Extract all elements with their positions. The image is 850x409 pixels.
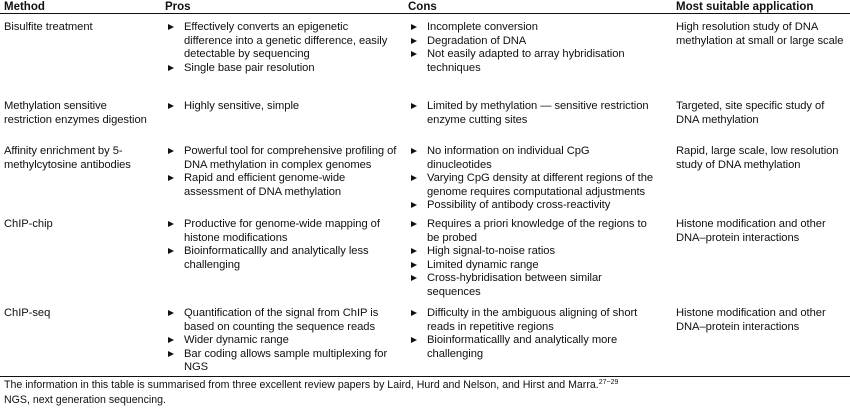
bullet-triangle-icon [411,148,417,154]
bullet-triangle-icon [411,275,417,281]
pros-list-item: Quantification of the signal from ChIP i… [165,307,397,334]
method-cell: Affinity enrichment by 5-methylcytosine … [4,145,131,171]
application-cell: Rapid, large scale, low resolution study… [676,145,839,171]
cons-item-text: Varying CpG density at different regions… [427,172,654,198]
pros-list-item: Bioinformaticallly and analytically less… [165,245,397,272]
pros-list-item: Wider dynamic range [165,334,397,348]
cons-list-item: Degradation of DNA [408,35,656,49]
footnote-source-text: The information in this table is summari… [4,379,599,391]
footer-rule [0,376,850,378]
pros-item-text: Rapid and efficient genome-wide assessme… [184,172,346,198]
pros-list-item: Single base pair resolution [165,62,397,76]
bullet-triangle-icon [168,310,174,316]
method-cell: ChIP-seq [4,307,51,319]
cons-list-item: No information on individual CpG dinucle… [408,145,656,172]
cons-cell: Limited by methylation — sensitive restr… [408,100,656,127]
cons-list-item: Cross-hybridisation between similar sequ… [408,272,656,299]
method-cell: Bisulfite treatment [4,21,93,33]
footnote-abbreviation: NGS, next generation sequencing. [4,394,166,406]
pros-item-text: Powerful tool for comprehensive profilin… [184,145,397,171]
cons-item-text: Incomplete conversion [427,21,538,33]
pros-cell: Productive for genome-wide mapping of hi… [165,218,397,272]
cons-list-item: Limited by methylation — sensitive restr… [408,100,656,127]
bullet-triangle-icon [168,24,174,30]
cons-list-item: Incomplete conversion [408,21,656,35]
cons-item-text: Limited dynamic range [427,258,539,271]
pros-list-item: Rapid and efficient genome-wide assessme… [165,172,397,199]
cons-cell: No information on individual CpG dinucle… [408,145,656,213]
cons-cell: Incomplete conversion Degradation of DNA N… [408,21,656,75]
bullet-triangle-icon [411,248,417,254]
bullet-triangle-icon [168,221,174,227]
cons-item-text: Limited by methylation — sensitive restr… [427,100,649,126]
bullet-triangle-icon [411,202,417,208]
cons-list-item: Requires a priori knowledge of the regio… [408,218,656,245]
pros-item-text: Effectively converts an epigenetic diffe… [184,21,388,60]
header-pros: Pros [165,1,191,13]
cons-item-text: Bioinformaticallly and analytically more… [427,334,618,360]
cons-list-item: Limited dynamic range [408,259,656,273]
footnote-refs: 27−29 [598,379,619,386]
bullet-triangle-icon [168,350,174,357]
cons-item-text: High signal-to-noise ratios [427,245,555,257]
pros-cell: Powerful tool for comprehensive profilin… [165,145,397,199]
bullet-triangle-icon [411,24,417,30]
footnote-source: The information in this table is summari… [4,379,618,392]
pros-item-text: Bioinformaticallly and analytically less… [184,245,369,271]
bullet-triangle-icon [411,261,417,268]
application-cell: Histone modification and other DNA–prote… [676,218,826,244]
pros-cell: Effectively converts an epigenetic diffe… [165,21,397,75]
bullet-triangle-icon [411,103,417,109]
pros-item-text: Quantification of the signal from ChIP i… [184,307,379,333]
header-method: Method [4,1,45,13]
cons-item-text: Difficulty in the ambiguous aligning of … [427,307,638,333]
header-cons: Cons [408,1,437,13]
header-application: Most suitable application [676,1,814,13]
bullet-triangle-icon [168,64,174,71]
bullet-triangle-icon [411,175,417,181]
pros-list-item: Highly sensitive, simple [165,100,397,114]
pros-item-text: Highly sensitive, simple [184,100,300,112]
pros-item-text: Wider dynamic range [184,334,289,346]
pros-item-text: Single base pair resolution [184,61,315,74]
cons-item-text: Cross-hybridisation between similar sequ… [427,272,602,298]
pros-cell: Highly sensitive, simple [165,100,397,114]
pros-item-text: Bar coding allows sample multiplexing fo… [184,347,388,374]
cons-list-item: Bioinformaticallly and analytically more… [408,334,656,361]
pros-list-item: Bar coding allows sample multiplexing fo… [165,348,397,375]
bullet-triangle-icon [168,103,174,109]
cons-list-item: Not easily adapted to array hybridisatio… [408,48,656,75]
pros-item-text: Productive for genome-wide mapping of hi… [184,218,380,244]
bullet-triangle-icon [411,337,417,343]
bullet-triangle-icon [411,221,417,227]
application-cell: Histone modification and other DNA–prote… [676,307,826,333]
method-cell: Methylation sensitive restriction enzyme… [4,100,147,126]
cons-cell: Requires a priori knowledge of the regio… [408,218,656,299]
cons-list-item: Difficulty in the ambiguous aligning of … [408,307,656,334]
bullet-triangle-icon [168,175,174,181]
cons-cell: Difficulty in the ambiguous aligning of … [408,307,656,361]
cons-item-text: Degradation of DNA [427,34,527,47]
bullet-triangle-icon [411,51,417,57]
pros-list-item: Powerful tool for comprehensive profilin… [165,145,397,172]
cons-item-text: Possibility of antibody cross-reactivity [427,199,611,211]
bullet-triangle-icon [168,248,174,254]
bullet-triangle-icon [168,337,174,343]
pros-list-item: Effectively converts an epigenetic diffe… [165,21,397,62]
pros-cell: Quantification of the signal from ChIP i… [165,307,397,375]
bullet-triangle-icon [411,310,417,316]
application-cell: Targeted, site specific study of DNA met… [676,100,825,126]
cons-list-item: High signal-to-noise ratios [408,245,656,259]
cons-item-text: No information on individual CpG dinucle… [427,145,590,171]
application-cell: High resolution study of DNA methylation… [676,21,844,47]
method-cell: ChIP-chip [4,218,53,230]
cons-list-item: Varying CpG density at different regions… [408,172,656,199]
cons-list-item: Possibility of antibody cross-reactivity [408,199,656,213]
bullet-triangle-icon [168,148,174,154]
bullet-triangle-icon [411,37,417,44]
cons-item-text: Requires a priori knowledge of the regio… [427,218,647,244]
pros-list-item: Productive for genome-wide mapping of hi… [165,218,397,245]
cons-item-text: Not easily adapted to array hybridisatio… [427,48,625,74]
